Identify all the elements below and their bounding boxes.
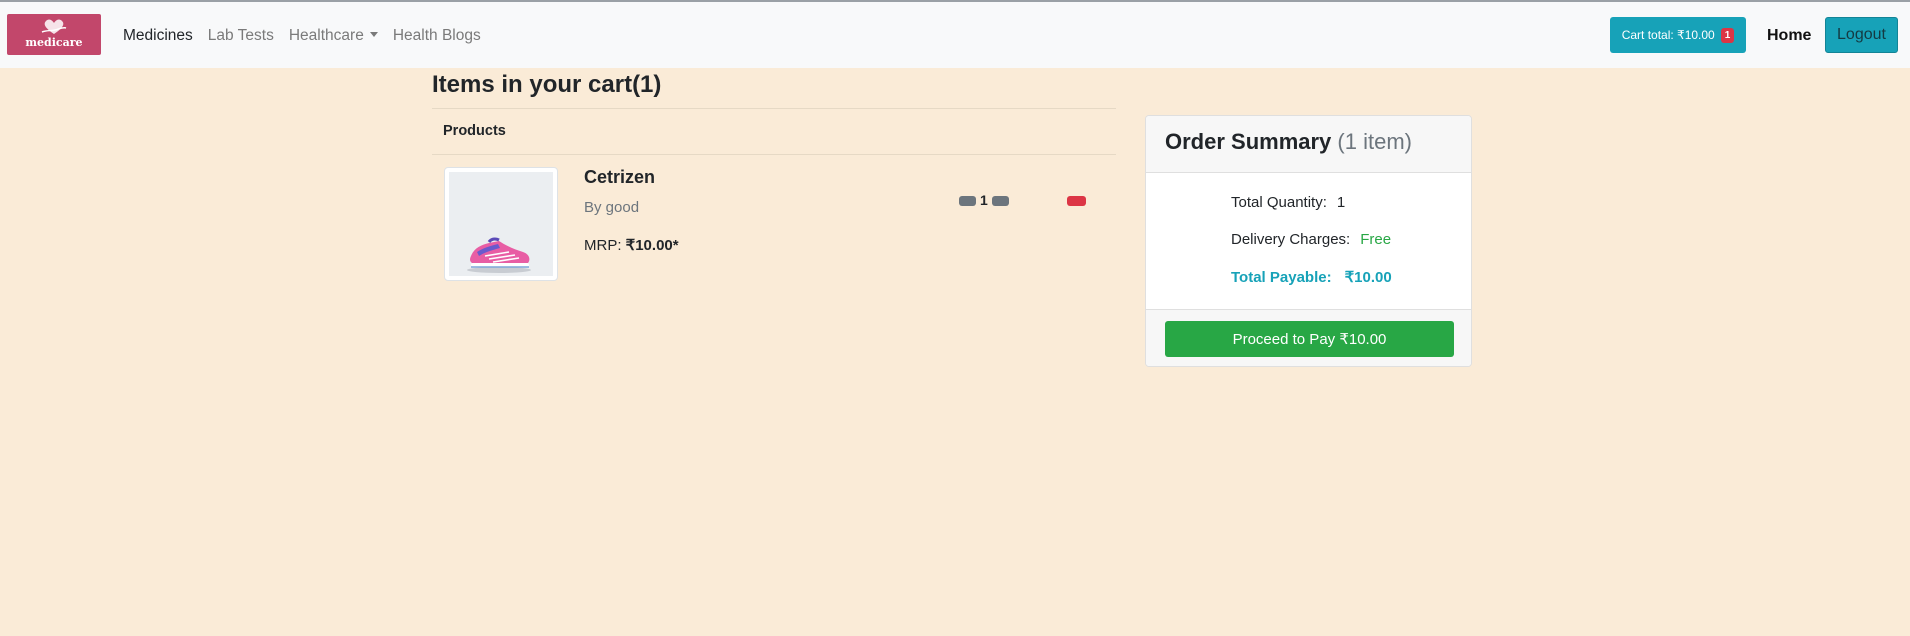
order-summary-header: Order Summary (1 item) [1146, 116, 1471, 173]
cart-total-label: Cart total: ₹10.00 [1621, 28, 1715, 42]
total-quantity-row: Total Quantity: 1 [1231, 194, 1345, 211]
nav-link-healthcare-label: Healthcare [288, 27, 364, 44]
proceed-to-pay-button[interactable]: Proceed to Pay ₹10.00 [1165, 321, 1454, 357]
product-price: MRP: ₹10.00* [584, 236, 679, 254]
nav-link-lab-tests[interactable]: Lab Tests [208, 27, 274, 45]
cart-count-badge: 1 [1720, 27, 1735, 43]
logo-text: medicare [25, 36, 83, 49]
nav-link-medicines[interactable]: Medicines [123, 27, 193, 45]
nav-link-health-blogs[interactable]: Health Blogs [393, 27, 481, 45]
order-summary-title: Order Summary [1165, 129, 1332, 154]
heart-hand-icon [41, 19, 67, 34]
remove-item-button[interactable] [1067, 196, 1086, 206]
mrp-label: MRP: [584, 237, 626, 254]
product-image[interactable] [444, 167, 558, 281]
order-summary-card: Order Summary (1 item) Total Quantity: 1 … [1145, 115, 1472, 367]
quantity-value: 1 [980, 192, 988, 208]
page-title: Items in your cart(1) [432, 71, 662, 98]
cart-total-button[interactable]: Cart total: ₹10.00 1 [1610, 17, 1746, 53]
divider [432, 154, 1116, 155]
product-name[interactable]: Cetrizen [584, 167, 655, 188]
chevron-down-icon [369, 32, 378, 37]
decrease-quantity-button[interactable] [959, 196, 976, 206]
order-item-count: (1 item) [1337, 129, 1412, 154]
total-payable-label: Total Payable: [1231, 269, 1332, 286]
product-brand: By good [584, 199, 640, 216]
navbar: medicare Medicines Lab Tests Healthcare … [0, 2, 1910, 68]
divider [432, 108, 1116, 109]
products-header: Products [443, 123, 506, 139]
nav-dropdown-healthcare[interactable]: Healthcare [289, 27, 378, 45]
total-quantity-label: Total Quantity: [1231, 194, 1327, 211]
logout-button[interactable]: Logout [1825, 17, 1898, 53]
total-quantity-value: 1 [1336, 194, 1346, 211]
sneaker-image [449, 172, 553, 276]
total-payable-row: Total Payable: ₹10.00 [1231, 268, 1392, 286]
home-link[interactable]: Home [1767, 27, 1811, 45]
order-summary-footer: Proceed to Pay ₹10.00 [1146, 309, 1471, 366]
increase-quantity-button[interactable] [992, 196, 1009, 206]
sneaker-icon [467, 237, 531, 273]
total-payable-value: ₹10.00 [1344, 269, 1392, 286]
brand-logo[interactable]: medicare [7, 14, 101, 55]
delivery-charges-row: Delivery Charges: Free [1231, 231, 1391, 248]
price-value: ₹10.00* [625, 237, 679, 254]
delivery-charges-value: Free [1360, 231, 1392, 248]
nav-links: Medicines Lab Tests Healthcare Health Bl… [123, 27, 481, 45]
delivery-charges-label: Delivery Charges: [1231, 231, 1351, 248]
